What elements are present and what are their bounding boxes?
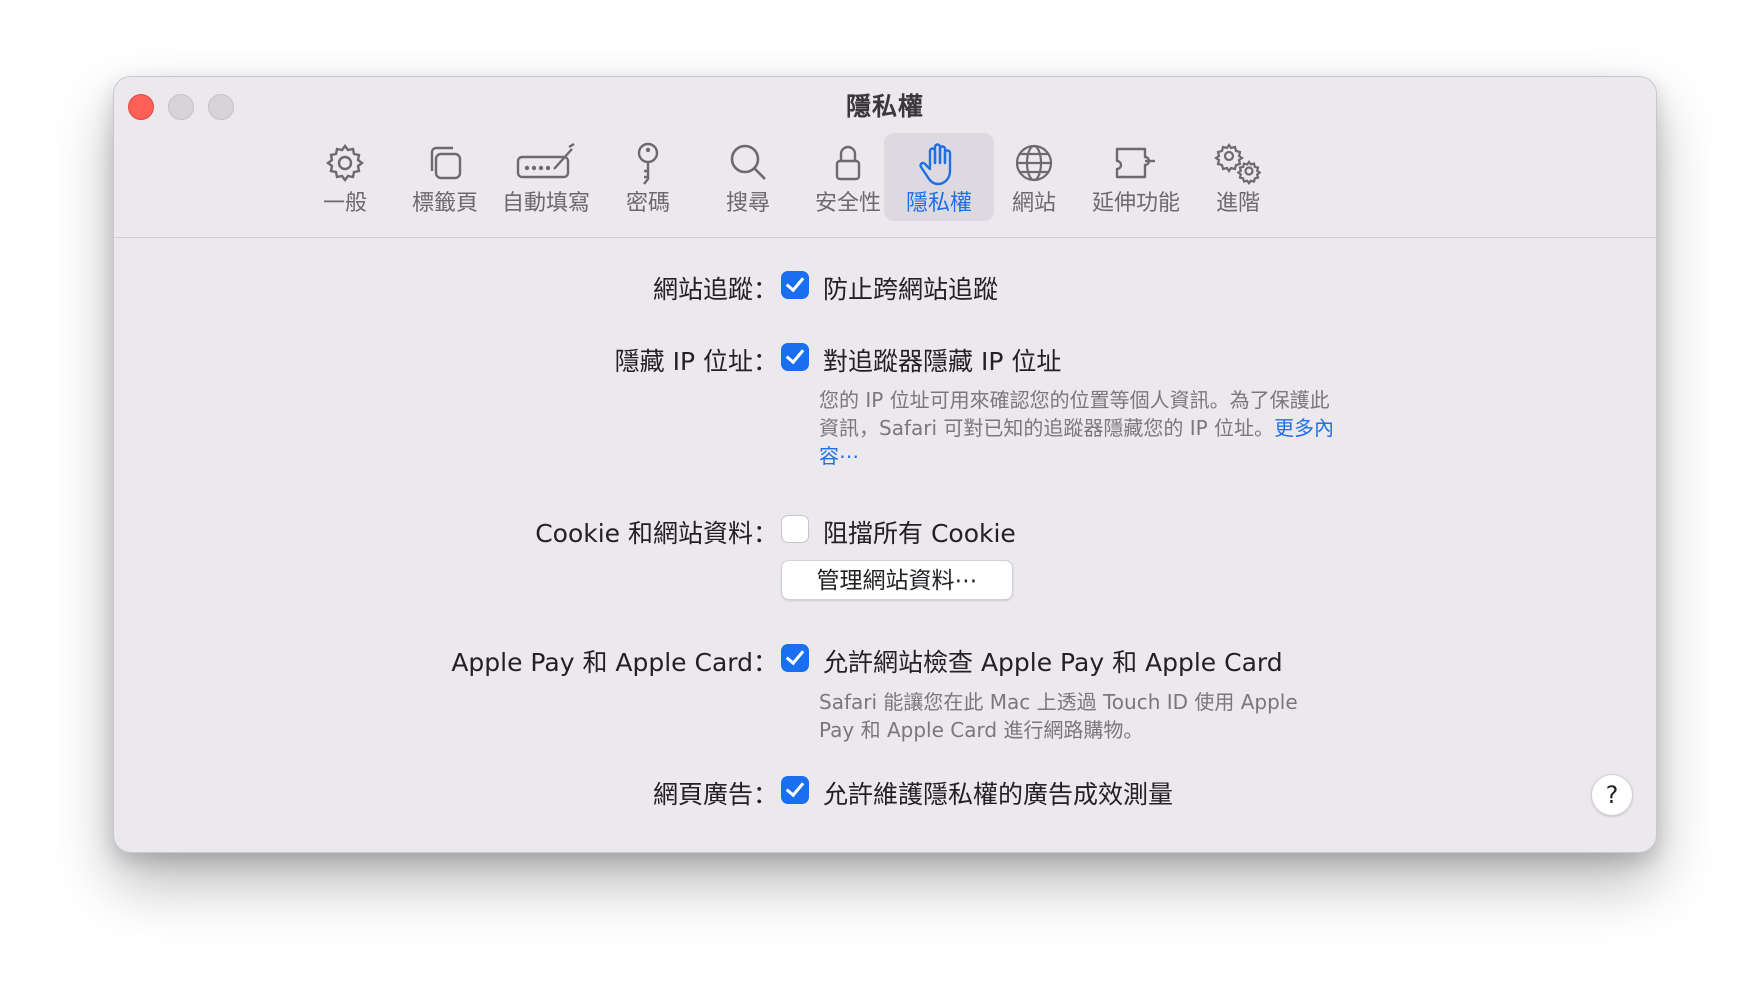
tabs-icon [430, 146, 462, 180]
tab-general[interactable]: 一般 [293, 133, 397, 221]
tab-label: 自動填寫 [501, 191, 590, 216]
apple-pay-description: Safari 能讓您在此 Mac 上透過 Touch ID 使用 Apple P… [819, 690, 1298, 742]
search-icon [730, 144, 766, 180]
tab-label: 網站 [1011, 191, 1056, 216]
tab-autofill[interactable]: 自動填寫 [494, 133, 598, 221]
hide-ip-checkbox[interactable] [781, 343, 809, 371]
toolbar: 隱私權 一般 標籤頁 自動填寫 密碼 搜尋 安全性 隱私權 網站 延伸功能 進階 [114, 77, 1656, 238]
tab-passwords[interactable]: 密碼 [596, 133, 700, 221]
help-button[interactable]: ? [1591, 774, 1633, 816]
autofill-icon [516, 142, 575, 179]
gear-icon [326, 144, 364, 182]
tab-label: 標籤頁 [411, 191, 478, 216]
preferences-window: 隱私權 一般 標籤頁 自動填寫 密碼 搜尋 安全性 隱私權 網站 延伸功能 進階… [113, 76, 1657, 853]
gears-icon [1214, 143, 1262, 185]
tab-label: 搜尋 [725, 191, 770, 216]
tab-label: 隱私權 [905, 191, 972, 216]
hide-ip-description: 您的 IP 位址可用來確認您的位置等個人資訊。為了保護此資訊，Safari 可對… [819, 386, 1339, 470]
privacy-ads-checkbox[interactable] [781, 776, 809, 804]
tab-privacy[interactable]: 隱私權 [884, 133, 994, 221]
prevent-tracking-label: 防止跨網站追蹤 [823, 275, 999, 304]
globe-icon [1015, 144, 1053, 182]
hand-icon [919, 143, 952, 186]
tab-extensions[interactable]: 延伸功能 [1084, 133, 1188, 221]
prevent-tracking-checkbox[interactable] [781, 271, 809, 299]
tab-websites[interactable]: 網站 [982, 133, 1086, 221]
cookies-label: Cookie 和網站資料： [535, 519, 778, 548]
ads-label: 網頁廣告： [652, 780, 778, 809]
tab-label: 密碼 [625, 191, 670, 216]
hide-ip-description-text: 您的 IP 位址可用來確認您的位置等個人資訊。為了保護此資訊，Safari 可對… [819, 388, 1330, 440]
block-cookies-checkbox[interactable] [781, 515, 809, 543]
tab-label: 進階 [1215, 191, 1260, 216]
tab-label: 延伸功能 [1091, 191, 1180, 216]
extension-icon [1115, 147, 1155, 179]
lock-icon [835, 145, 861, 181]
tab-label: 一般 [322, 191, 367, 216]
privacy-settings: 網站追蹤： 防止跨網站追蹤 隱藏 IP 位址： 對追蹤器隱藏 IP 位址 您的 … [114, 238, 1656, 852]
tab-tabs[interactable]: 標籤頁 [393, 133, 497, 221]
tab-advanced[interactable]: 進階 [1186, 133, 1290, 221]
privacy-ads-label: 允許維護隱私權的廣告成效測量 [823, 780, 1174, 809]
tracking-label: 網站追蹤： [652, 275, 778, 304]
apple-pay-checkbox-label: 允許網站檢查 Apple Pay 和 Apple Card [823, 648, 1283, 677]
tab-search[interactable]: 搜尋 [696, 133, 800, 221]
hide-ip-label: 隱藏 IP 位址： [614, 347, 778, 376]
apple-pay-label: Apple Pay 和 Apple Card： [451, 648, 778, 677]
key-icon [637, 142, 659, 185]
hide-ip-checkbox-label: 對追蹤器隱藏 IP 位址 [823, 347, 1062, 376]
manage-website-data-button[interactable]: 管理網站資料⋯ [781, 560, 1013, 600]
block-cookies-label: 阻擋所有 Cookie [823, 519, 1016, 548]
window-title: 隱私權 [845, 92, 924, 121]
apple-pay-checkbox[interactable] [781, 644, 809, 672]
